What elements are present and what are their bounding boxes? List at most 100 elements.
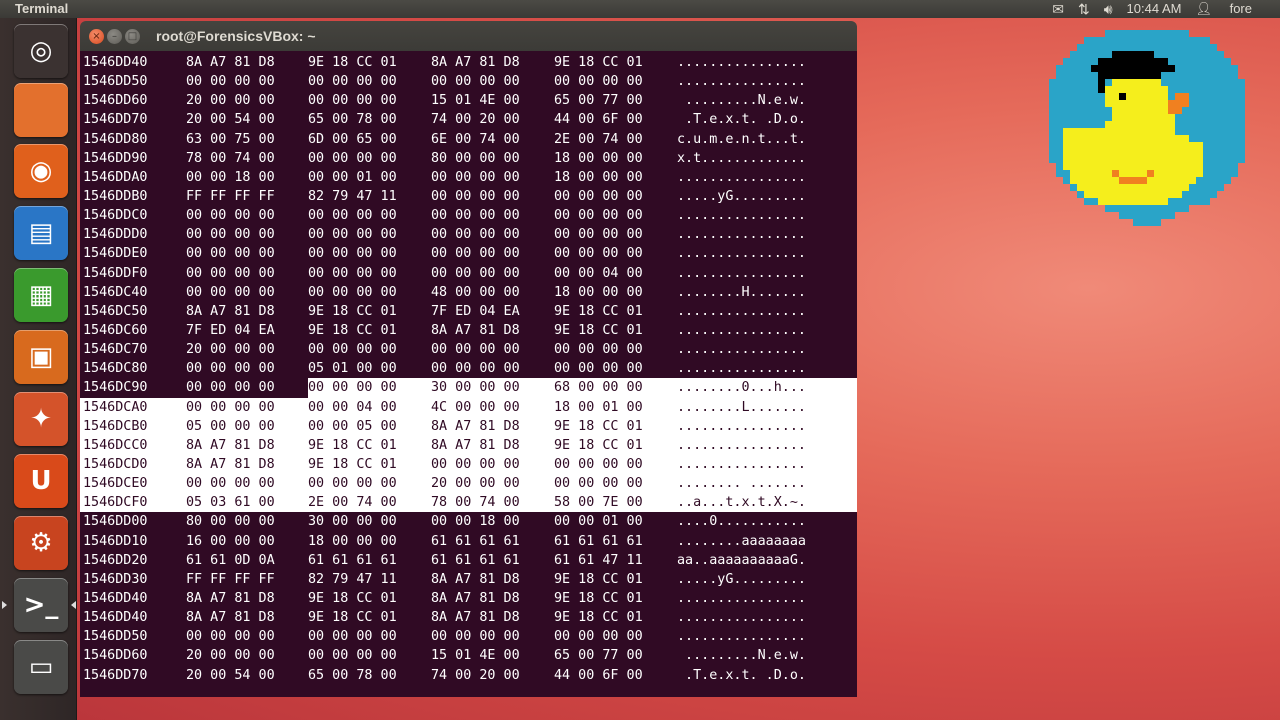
duck-body-pixel xyxy=(1063,142,1203,149)
ubuntu-one-icon: U xyxy=(30,466,52,496)
hex-row: 1546DCC0 8A A7 81 D8 9E 18 CC 01 8A A7 81 D… xyxy=(80,435,857,455)
hex-group: 2E 00 74 00 xyxy=(554,131,643,147)
grad-cap-pixel xyxy=(1112,51,1154,58)
duck-mouth-pixel xyxy=(1147,170,1154,177)
hex-group: 00 00 05 00 xyxy=(308,416,431,436)
launcher-terminal[interactable]: >_ xyxy=(14,578,68,632)
hex-row: 1546DD80 63 00 75 00 6D 00 65 00 6E 00 74 0… xyxy=(80,130,857,149)
terminal-icon: >_ xyxy=(23,590,59,620)
duck-mouth-pixel xyxy=(1119,177,1147,184)
hex-group: 8A A7 81 D8 xyxy=(186,590,275,606)
hex-group: 00 00 00 00 xyxy=(186,265,275,281)
network-icon[interactable]: ⇅ xyxy=(1078,0,1090,18)
user-name: fore xyxy=(1229,1,1252,16)
terminal-output[interactable]: 1546DD40 8A A7 81 D8 9E 18 CC 01 8A A7 81 D… xyxy=(80,51,857,697)
duck-body-pixel xyxy=(1133,114,1175,121)
launcher-home-folder[interactable] xyxy=(14,83,68,137)
hex-group: 8A A7 81 D8 xyxy=(186,435,308,455)
hex-address: 1546DDF0 xyxy=(83,265,148,281)
launcher-ubuntu-one[interactable]: U xyxy=(14,454,68,508)
hex-row: 1546DD70 20 00 54 00 65 00 78 00 74 00 20 0… xyxy=(80,666,857,685)
hex-group: 6E 00 74 00 xyxy=(431,131,520,147)
workspace-switcher-icon: ▭ xyxy=(28,652,54,682)
hex-group: 9E 18 CC 01 xyxy=(554,571,643,587)
launcher-libreoffice-writer[interactable]: ▤ xyxy=(14,206,68,260)
launcher-ubuntu-software-center[interactable]: ✦ xyxy=(14,392,68,446)
focus-indicator xyxy=(71,601,76,609)
hex-ascii: ................ xyxy=(677,265,806,281)
hex-ascii: .T.e.x.t. .D.o. xyxy=(677,112,806,128)
clock[interactable]: 10:44 AM xyxy=(1127,0,1182,18)
duck-body-pixel xyxy=(1063,135,1189,142)
hex-address: 1546DD60 xyxy=(83,93,148,109)
hex-group: 9E 18 CC 01 xyxy=(554,55,643,70)
minimize-button[interactable]: – xyxy=(107,29,122,44)
hex-group: 00 00 00 00 xyxy=(308,342,397,358)
duck-head-pixel xyxy=(1112,79,1161,86)
hex-address: 1546DDD0 xyxy=(83,227,148,243)
hex-address: 1546DD70 xyxy=(83,667,148,683)
hex-group: 61 61 61 61 xyxy=(431,533,520,549)
hex-address: 1546DD70 xyxy=(83,112,148,128)
hex-group: 00 00 00 00 xyxy=(554,361,643,377)
launcher-system-settings[interactable]: ⚙ xyxy=(14,516,68,570)
hex-group: 9E 18 CC 01 xyxy=(308,610,397,626)
hex-group: 58 00 7E 00 xyxy=(554,493,677,513)
hex-row: 1546DDC0 00 00 00 00 00 00 00 00 00 00 00 0… xyxy=(80,206,857,225)
close-button[interactable]: × xyxy=(89,29,104,44)
duck-mouth-pixel xyxy=(1112,170,1119,177)
hex-group: 00 00 00 00 xyxy=(186,474,308,494)
hex-group: 00 00 00 00 xyxy=(554,227,643,243)
hex-group: 78 00 74 00 xyxy=(431,493,554,513)
hex-group: 00 00 00 00 xyxy=(308,93,397,109)
hex-ascii: c.u.m.e.n.t...t. xyxy=(677,131,806,147)
duck-head-pixel xyxy=(1105,86,1168,93)
hex-group: 00 00 00 00 xyxy=(554,246,643,262)
hex-group: 44 00 6F 00 xyxy=(554,667,643,683)
launcher-firefox[interactable]: ◉ xyxy=(14,144,68,198)
user-menu[interactable]: 👤︎ fore xyxy=(1195,0,1266,18)
hex-address: 1546DCA0 xyxy=(83,397,186,417)
ubuntu-software-center-icon: ✦ xyxy=(30,404,52,434)
ubuntu-dash-icon: ◎ xyxy=(29,36,53,66)
volume-icon[interactable]: 🔊︎ xyxy=(1104,0,1113,18)
hex-group: 00 00 00 00 xyxy=(308,378,431,398)
user-icon: 👤︎ xyxy=(1195,1,1212,16)
duck-beak-pixel xyxy=(1175,93,1189,100)
duck-ring-pixel xyxy=(1077,44,1217,51)
hex-group: 9E 18 CC 01 xyxy=(554,610,643,626)
hex-group: 05 00 00 00 xyxy=(186,416,308,436)
hex-group: 9E 18 CC 01 xyxy=(554,322,643,338)
launcher-ubuntu-dash[interactable]: ◎ xyxy=(14,24,68,78)
grad-cap-pixel xyxy=(1091,65,1175,72)
mail-icon[interactable]: ✉ xyxy=(1052,0,1064,18)
hex-ascii: .T.e.x.t. .D.o. xyxy=(677,667,806,683)
hex-group: 20 00 00 00 xyxy=(186,342,275,358)
terminal-titlebar[interactable]: × – □ root@ForensicsVBox: ~ xyxy=(80,21,857,51)
hex-address: 1546DD60 xyxy=(83,648,148,664)
hex-address: 1546DCB0 xyxy=(83,416,186,436)
hex-address: 1546DD50 xyxy=(83,629,148,645)
running-indicator xyxy=(2,601,7,609)
hex-address: 1546DD30 xyxy=(83,571,148,587)
hex-group: 9E 18 CC 01 xyxy=(554,435,677,455)
hex-group: 05 03 61 00 xyxy=(186,493,308,513)
maximize-button[interactable]: □ xyxy=(125,29,140,44)
duck-body-pixel xyxy=(1070,170,1203,177)
duck-ring-pixel xyxy=(1084,37,1210,44)
hex-group: 30 00 00 00 xyxy=(308,514,397,530)
hex-ascii: ................ xyxy=(677,322,806,338)
launcher-libreoffice-calc[interactable]: ▦ xyxy=(14,268,68,322)
hex-group: 20 00 00 00 xyxy=(186,648,275,664)
hex-group: 00 00 18 00 xyxy=(186,169,275,185)
hex-address: 1546DDC0 xyxy=(83,208,148,224)
launcher-libreoffice-impress[interactable]: ▣ xyxy=(14,330,68,384)
hex-address: 1546DD40 xyxy=(83,55,148,70)
hex-ascii: .....yG......... xyxy=(677,188,806,204)
hex-group: 8A A7 81 D8 xyxy=(186,55,275,70)
launcher-workspace-switcher[interactable]: ▭ xyxy=(14,640,68,694)
hex-group: 9E 18 CC 01 xyxy=(308,322,397,338)
hex-group: 2E 00 74 00 xyxy=(308,493,431,513)
hex-address: 1546DD90 xyxy=(83,150,148,166)
hex-group: 00 00 00 00 xyxy=(431,74,520,90)
